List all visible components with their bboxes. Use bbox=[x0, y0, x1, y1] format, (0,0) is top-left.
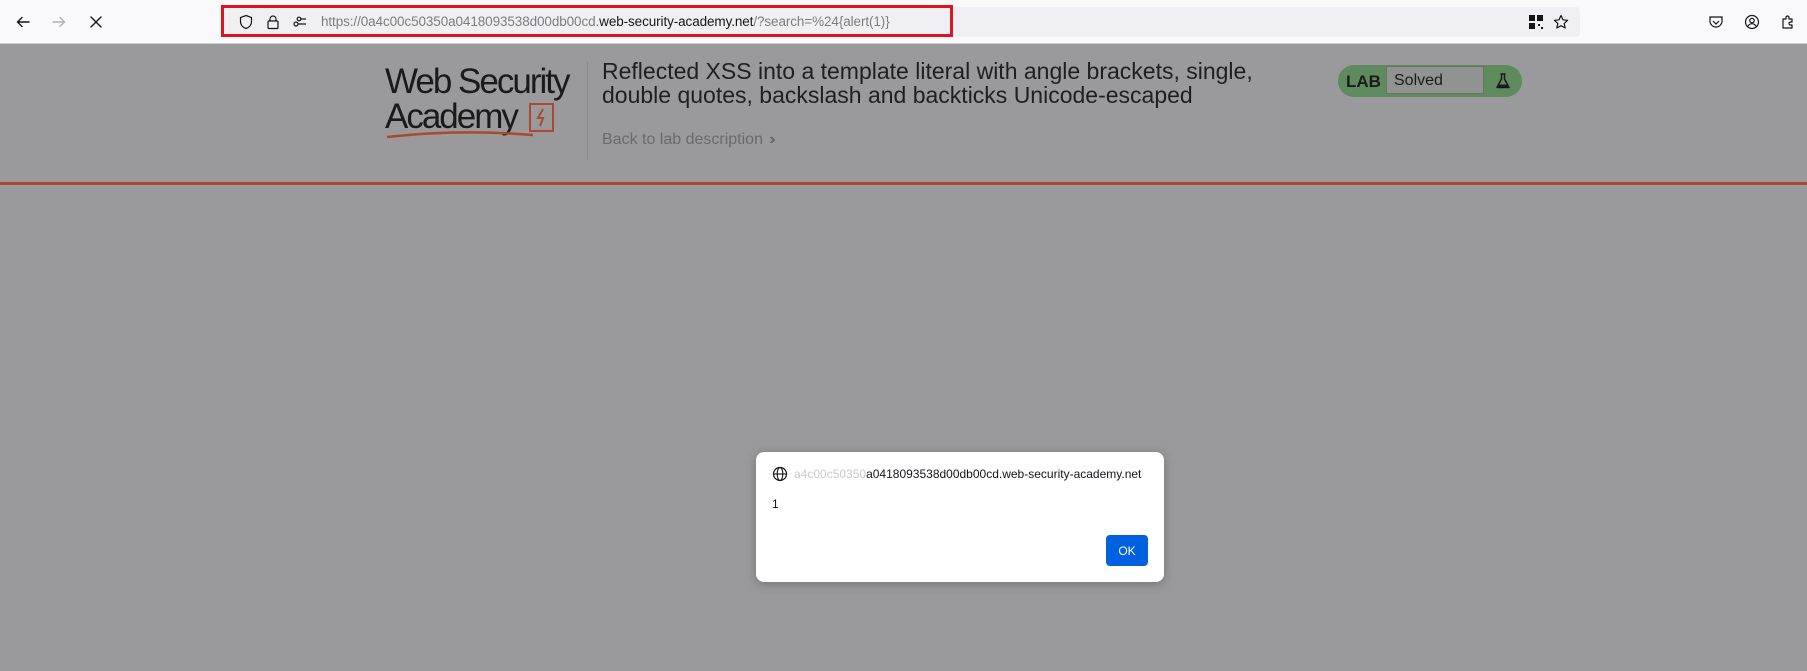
forward-arrow-icon[interactable] bbox=[47, 10, 71, 34]
url-host: web-security-academy.net bbox=[599, 14, 754, 29]
qr-code-icon[interactable] bbox=[1528, 14, 1544, 30]
lab-badge-label: LAB bbox=[1346, 72, 1381, 91]
url-text[interactable]: https://0a4c00c50350a0418093538d00db00cd… bbox=[321, 14, 890, 29]
account-icon[interactable] bbox=[1740, 10, 1764, 34]
globe-icon bbox=[772, 466, 788, 482]
origin-faded-part: a4c00c50350 bbox=[794, 467, 867, 481]
logo-line1: Web Security bbox=[385, 62, 570, 101]
header-divider bbox=[587, 62, 588, 160]
dialog-origin: a4c00c50350a0418093538d00db00cd.web-secu… bbox=[794, 467, 1141, 481]
address-bar[interactable]: https://0a4c00c50350a0418093538d00db00cd… bbox=[222, 7, 1580, 37]
pocket-icon[interactable] bbox=[1704, 10, 1728, 34]
logo-underline bbox=[386, 131, 534, 139]
stop-loading-icon[interactable] bbox=[84, 10, 108, 34]
permissions-icon[interactable] bbox=[292, 14, 308, 30]
extensions-icon[interactable] bbox=[1776, 10, 1800, 34]
lab-header: Web Security Academy Reflected XSS into … bbox=[0, 44, 1807, 185]
browser-toolbar: https://0a4c00c50350a0418093538d00db00cd… bbox=[0, 0, 1807, 44]
ok-button[interactable]: OK bbox=[1106, 535, 1148, 566]
back-arrow-icon[interactable] bbox=[11, 10, 35, 34]
url-scheme: https:// bbox=[321, 14, 361, 29]
alert-dialog: a4c00c50350a0418093538d00db00cd.web-secu… bbox=[756, 452, 1164, 582]
back-link-label: Back to lab description bbox=[602, 131, 763, 148]
logo-bolt-icon bbox=[529, 103, 554, 132]
lab-title: Reflected XSS into a template literal wi… bbox=[602, 58, 1253, 108]
origin-visible-part: a0418093538d00db00cd.web-security-academ… bbox=[866, 467, 1142, 481]
flask-icon bbox=[1496, 73, 1510, 89]
bookmark-star-icon[interactable] bbox=[1553, 14, 1569, 30]
web-security-academy-logo[interactable]: Web Security Academy bbox=[385, 64, 585, 144]
lab-status-box: Solved bbox=[1386, 66, 1484, 94]
lock-icon[interactable] bbox=[265, 14, 281, 30]
tracking-shield-icon[interactable] bbox=[238, 14, 254, 30]
url-subdomain: 0a4c00c50350a0418093538d00db00cd. bbox=[360, 14, 600, 29]
lab-status-text: Solved bbox=[1394, 72, 1443, 89]
url-path: /?search=%24{alert(1)} bbox=[753, 14, 890, 29]
lab-status-badge: LAB Solved bbox=[1338, 65, 1522, 97]
dialog-message: 1 bbox=[772, 497, 779, 511]
double-chevron-icon: ›› bbox=[768, 131, 775, 148]
back-to-lab-link[interactable]: Back to lab description ›› bbox=[602, 131, 775, 149]
